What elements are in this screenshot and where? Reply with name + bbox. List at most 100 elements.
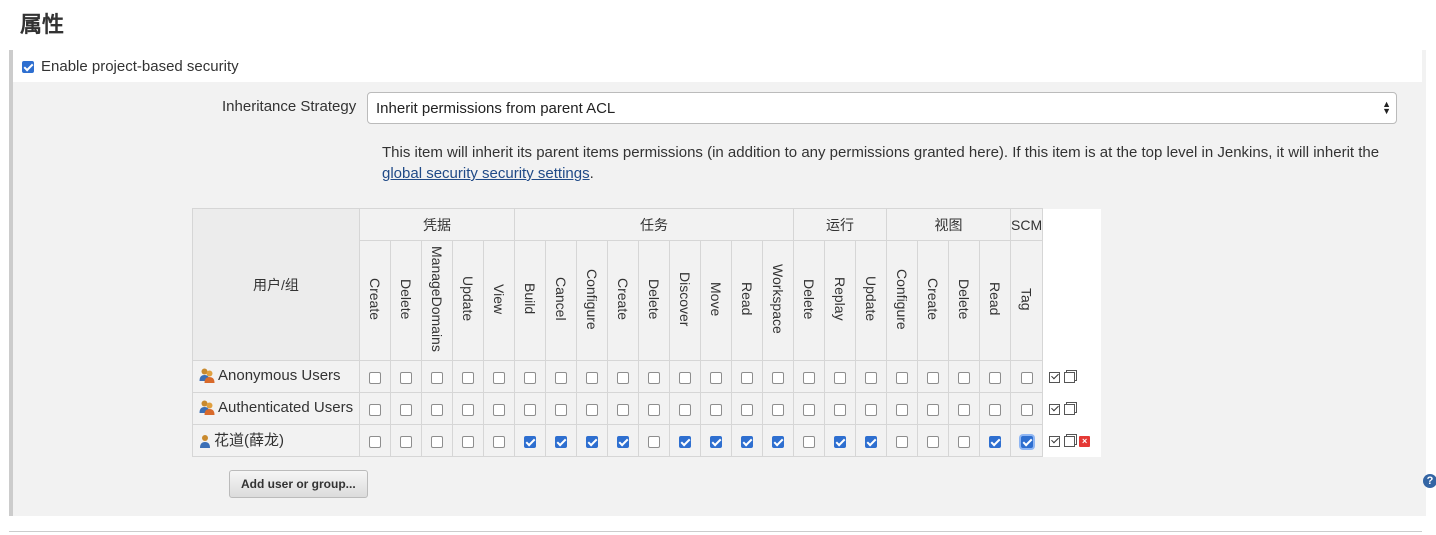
permission-checkbox[interactable] (431, 435, 443, 448)
permission-checkbox[interactable] (617, 403, 629, 416)
permission-checkbox[interactable] (462, 403, 474, 416)
permission-checkbox[interactable] (555, 371, 567, 384)
permission-cell (824, 424, 856, 457)
permission-checkbox[interactable] (772, 435, 784, 448)
permission-cell (1009, 392, 1044, 425)
delete-icon[interactable]: × (1079, 436, 1091, 448)
permission-checkbox[interactable] (896, 403, 908, 416)
permission-checkbox[interactable] (679, 371, 691, 384)
permission-checkbox[interactable] (493, 435, 505, 448)
permission-checkbox[interactable] (369, 403, 381, 416)
permission-checkbox[interactable] (679, 403, 691, 416)
permission-checkbox[interactable] (927, 435, 939, 448)
permission-checkbox[interactable] (648, 371, 660, 384)
permission-checkbox[interactable] (710, 435, 722, 448)
permission-cell (390, 424, 422, 457)
row-actions (1042, 392, 1101, 425)
copy-icon[interactable] (1064, 404, 1076, 416)
permission-checkbox[interactable] (896, 371, 908, 384)
copy-icon[interactable] (1064, 372, 1076, 384)
permission-checkbox[interactable] (741, 371, 753, 384)
inheritance-strategy-select[interactable]: Inherit permissions from parent ACL ▲ ▼ (367, 92, 1397, 124)
permission-checkbox[interactable] (493, 403, 505, 416)
permission-checkbox[interactable] (679, 435, 691, 448)
permission-checkbox[interactable] (1020, 435, 1033, 448)
permission-checkbox[interactable] (927, 371, 939, 384)
permission-checkbox[interactable] (989, 435, 1001, 448)
permission-checkbox[interactable] (958, 435, 970, 448)
permission-checkbox[interactable] (1020, 371, 1033, 384)
permission-cell (824, 360, 856, 393)
permission-checkbox[interactable] (400, 371, 412, 384)
permission-checkbox[interactable] (555, 403, 567, 416)
help-icon[interactable]: ? (1423, 474, 1436, 488)
toggle-all-icon[interactable] (1049, 436, 1061, 448)
permission-name: Configure (894, 268, 910, 330)
permission-checkbox[interactable] (865, 371, 877, 384)
permission-checkbox[interactable] (710, 403, 722, 416)
permission-cell (731, 392, 763, 425)
toggle-all-icon[interactable] (1049, 404, 1061, 416)
permission-column-header: Create (607, 240, 639, 361)
permission-checkbox[interactable] (369, 435, 381, 448)
permission-checkbox[interactable] (617, 371, 629, 384)
permission-checkbox[interactable] (803, 435, 815, 448)
permission-checkbox[interactable] (772, 403, 784, 416)
permission-checkbox[interactable] (865, 435, 877, 448)
permission-checkbox[interactable] (741, 403, 753, 416)
permission-checkbox[interactable] (493, 371, 505, 384)
permission-cell (886, 424, 918, 457)
permission-checkbox[interactable] (772, 371, 784, 384)
permission-checkbox[interactable] (369, 371, 381, 384)
enable-security-row[interactable]: Enable project-based security (22, 58, 239, 75)
permission-checkbox[interactable] (586, 371, 598, 384)
permission-checkbox[interactable] (1020, 403, 1033, 416)
permission-name: Delete (801, 278, 817, 320)
permission-checkbox[interactable] (524, 403, 536, 416)
permission-checkbox[interactable] (586, 403, 598, 416)
row-actions (1042, 360, 1101, 393)
permission-checkbox[interactable] (555, 435, 567, 448)
permission-checkbox[interactable] (710, 371, 722, 384)
permission-name: ManageDomains (429, 246, 445, 352)
permission-name: Discover (677, 271, 693, 327)
permission-checkbox[interactable] (741, 435, 753, 448)
global-security-link[interactable]: global security security settings (382, 165, 590, 182)
permission-checkbox[interactable] (431, 371, 443, 384)
permission-checkbox[interactable] (834, 403, 846, 416)
permission-checkbox[interactable] (958, 403, 970, 416)
permission-checkbox[interactable] (462, 371, 474, 384)
permission-checkbox[interactable] (927, 403, 939, 416)
permission-checkbox[interactable] (865, 403, 877, 416)
permission-checkbox[interactable] (524, 435, 536, 448)
permission-cell (390, 360, 422, 393)
add-user-or-group-button[interactable]: Add user or group... (229, 470, 368, 498)
permission-checkbox[interactable] (524, 371, 536, 384)
permission-column-header: Read (731, 240, 763, 361)
permission-checkbox[interactable] (617, 435, 629, 448)
permission-cell (917, 424, 949, 457)
permission-checkbox[interactable] (958, 371, 970, 384)
user-group-cell: Authenticated Users (192, 392, 360, 425)
permission-group-header: 视图 (886, 208, 1011, 241)
permission-checkbox[interactable] (648, 403, 660, 416)
permission-cell (545, 360, 577, 393)
permission-checkbox[interactable] (648, 435, 660, 448)
permission-checkbox[interactable] (896, 435, 908, 448)
copy-icon[interactable] (1064, 436, 1076, 448)
section-title: 属性 (20, 12, 65, 37)
permission-checkbox[interactable] (989, 371, 1001, 384)
permission-checkbox[interactable] (803, 403, 815, 416)
permission-checkbox[interactable] (400, 403, 412, 416)
permission-checkbox[interactable] (989, 403, 1001, 416)
permission-checkbox[interactable] (462, 435, 474, 448)
permission-checkbox[interactable] (400, 435, 412, 448)
toggle-all-icon[interactable] (1049, 372, 1061, 384)
permission-checkbox[interactable] (431, 403, 443, 416)
permission-cell (731, 360, 763, 393)
permission-checkbox[interactable] (586, 435, 598, 448)
permission-checkbox[interactable] (803, 371, 815, 384)
permission-checkbox[interactable] (834, 371, 846, 384)
enable-security-checkbox[interactable] (22, 60, 34, 73)
permission-checkbox[interactable] (834, 435, 846, 448)
